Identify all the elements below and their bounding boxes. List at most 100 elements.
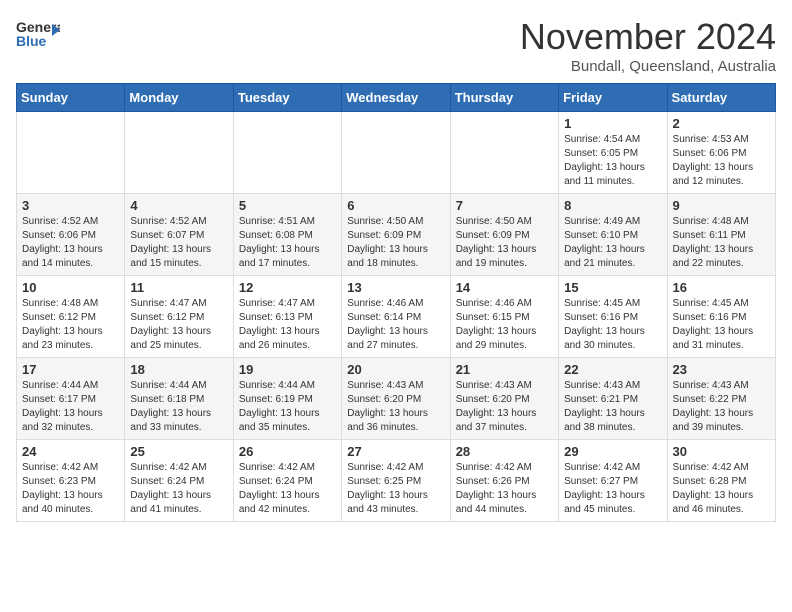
day-number: 21 — [456, 362, 553, 377]
day-detail: Sunrise: 4:42 AMSunset: 6:24 PMDaylight:… — [239, 461, 336, 517]
table-row — [17, 112, 125, 194]
day-number: 6 — [347, 198, 444, 213]
calendar-table: Sunday Monday Tuesday Wednesday Thursday… — [16, 83, 776, 522]
day-number: 12 — [239, 280, 336, 295]
calendar-row: 17 Sunrise: 4:44 AMSunset: 6:17 PMDaylig… — [17, 358, 776, 440]
day-detail: Sunrise: 4:42 AMSunset: 6:24 PMDaylight:… — [130, 461, 227, 517]
day-detail: Sunrise: 4:49 AMSunset: 6:10 PMDaylight:… — [564, 215, 661, 271]
day-number: 26 — [239, 444, 336, 459]
header-friday: Friday — [559, 84, 667, 112]
day-detail: Sunrise: 4:50 AMSunset: 6:09 PMDaylight:… — [347, 215, 444, 271]
table-row: 6 Sunrise: 4:50 AMSunset: 6:09 PMDayligh… — [342, 194, 450, 276]
day-number: 1 — [564, 116, 661, 131]
table-row: 12 Sunrise: 4:47 AMSunset: 6:13 PMDaylig… — [233, 276, 341, 358]
header-saturday: Saturday — [667, 84, 775, 112]
day-number: 16 — [673, 280, 770, 295]
table-row: 4 Sunrise: 4:52 AMSunset: 6:07 PMDayligh… — [125, 194, 233, 276]
day-number: 28 — [456, 444, 553, 459]
table-row — [342, 112, 450, 194]
table-row — [450, 112, 558, 194]
table-row — [233, 112, 341, 194]
table-row: 27 Sunrise: 4:42 AMSunset: 6:25 PMDaylig… — [342, 440, 450, 522]
calendar-header-row: Sunday Monday Tuesday Wednesday Thursday… — [17, 84, 776, 112]
day-number: 27 — [347, 444, 444, 459]
day-detail: Sunrise: 4:45 AMSunset: 6:16 PMDaylight:… — [564, 297, 661, 353]
day-detail: Sunrise: 4:51 AMSunset: 6:08 PMDaylight:… — [239, 215, 336, 271]
header-monday: Monday — [125, 84, 233, 112]
header-sunday: Sunday — [17, 84, 125, 112]
table-row — [125, 112, 233, 194]
day-detail: Sunrise: 4:48 AMSunset: 6:12 PMDaylight:… — [22, 297, 119, 353]
day-detail: Sunrise: 4:43 AMSunset: 6:21 PMDaylight:… — [564, 379, 661, 435]
day-detail: Sunrise: 4:43 AMSunset: 6:20 PMDaylight:… — [347, 379, 444, 435]
day-number: 19 — [239, 362, 336, 377]
day-number: 15 — [564, 280, 661, 295]
location: Bundall, Queensland, Australia — [520, 58, 776, 75]
logo-icon: General Blue — [16, 16, 60, 52]
day-number: 3 — [22, 198, 119, 213]
table-row: 29 Sunrise: 4:42 AMSunset: 6:27 PMDaylig… — [559, 440, 667, 522]
day-number: 25 — [130, 444, 227, 459]
table-row: 21 Sunrise: 4:43 AMSunset: 6:20 PMDaylig… — [450, 358, 558, 440]
table-row: 30 Sunrise: 4:42 AMSunset: 6:28 PMDaylig… — [667, 440, 775, 522]
day-detail: Sunrise: 4:48 AMSunset: 6:11 PMDaylight:… — [673, 215, 770, 271]
month-title: November 2024 — [520, 16, 776, 58]
table-row: 22 Sunrise: 4:43 AMSunset: 6:21 PMDaylig… — [559, 358, 667, 440]
calendar-row: 24 Sunrise: 4:42 AMSunset: 6:23 PMDaylig… — [17, 440, 776, 522]
day-number: 17 — [22, 362, 119, 377]
table-row: 28 Sunrise: 4:42 AMSunset: 6:26 PMDaylig… — [450, 440, 558, 522]
table-row: 7 Sunrise: 4:50 AMSunset: 6:09 PMDayligh… — [450, 194, 558, 276]
day-number: 29 — [564, 444, 661, 459]
day-number: 8 — [564, 198, 661, 213]
day-number: 10 — [22, 280, 119, 295]
day-number: 7 — [456, 198, 553, 213]
table-row: 24 Sunrise: 4:42 AMSunset: 6:23 PMDaylig… — [17, 440, 125, 522]
day-number: 14 — [456, 280, 553, 295]
day-number: 18 — [130, 362, 227, 377]
logo: General Blue — [16, 16, 60, 52]
day-detail: Sunrise: 4:42 AMSunset: 6:28 PMDaylight:… — [673, 461, 770, 517]
svg-text:Blue: Blue — [16, 33, 47, 49]
day-detail: Sunrise: 4:46 AMSunset: 6:15 PMDaylight:… — [456, 297, 553, 353]
day-detail: Sunrise: 4:47 AMSunset: 6:13 PMDaylight:… — [239, 297, 336, 353]
table-row: 8 Sunrise: 4:49 AMSunset: 6:10 PMDayligh… — [559, 194, 667, 276]
day-number: 11 — [130, 280, 227, 295]
table-row: 9 Sunrise: 4:48 AMSunset: 6:11 PMDayligh… — [667, 194, 775, 276]
table-row: 19 Sunrise: 4:44 AMSunset: 6:19 PMDaylig… — [233, 358, 341, 440]
table-row: 2 Sunrise: 4:53 AMSunset: 6:06 PMDayligh… — [667, 112, 775, 194]
day-detail: Sunrise: 4:42 AMSunset: 6:26 PMDaylight:… — [456, 461, 553, 517]
calendar-row: 10 Sunrise: 4:48 AMSunset: 6:12 PMDaylig… — [17, 276, 776, 358]
day-detail: Sunrise: 4:43 AMSunset: 6:22 PMDaylight:… — [673, 379, 770, 435]
day-number: 5 — [239, 198, 336, 213]
day-number: 24 — [22, 444, 119, 459]
table-row: 3 Sunrise: 4:52 AMSunset: 6:06 PMDayligh… — [17, 194, 125, 276]
table-row: 23 Sunrise: 4:43 AMSunset: 6:22 PMDaylig… — [667, 358, 775, 440]
day-detail: Sunrise: 4:52 AMSunset: 6:07 PMDaylight:… — [130, 215, 227, 271]
day-detail: Sunrise: 4:42 AMSunset: 6:25 PMDaylight:… — [347, 461, 444, 517]
table-row: 13 Sunrise: 4:46 AMSunset: 6:14 PMDaylig… — [342, 276, 450, 358]
day-detail: Sunrise: 4:50 AMSunset: 6:09 PMDaylight:… — [456, 215, 553, 271]
table-row: 1 Sunrise: 4:54 AMSunset: 6:05 PMDayligh… — [559, 112, 667, 194]
day-detail: Sunrise: 4:44 AMSunset: 6:19 PMDaylight:… — [239, 379, 336, 435]
table-row: 11 Sunrise: 4:47 AMSunset: 6:12 PMDaylig… — [125, 276, 233, 358]
table-row: 15 Sunrise: 4:45 AMSunset: 6:16 PMDaylig… — [559, 276, 667, 358]
title-area: November 2024 Bundall, Queensland, Austr… — [520, 16, 776, 75]
day-detail: Sunrise: 4:53 AMSunset: 6:06 PMDaylight:… — [673, 133, 770, 189]
day-detail: Sunrise: 4:52 AMSunset: 6:06 PMDaylight:… — [22, 215, 119, 271]
page-header: General Blue November 2024 Bundall, Quee… — [16, 16, 776, 75]
day-number: 2 — [673, 116, 770, 131]
day-number: 9 — [673, 198, 770, 213]
day-detail: Sunrise: 4:42 AMSunset: 6:23 PMDaylight:… — [22, 461, 119, 517]
day-number: 23 — [673, 362, 770, 377]
table-row: 18 Sunrise: 4:44 AMSunset: 6:18 PMDaylig… — [125, 358, 233, 440]
table-row: 14 Sunrise: 4:46 AMSunset: 6:15 PMDaylig… — [450, 276, 558, 358]
table-row: 25 Sunrise: 4:42 AMSunset: 6:24 PMDaylig… — [125, 440, 233, 522]
calendar-row: 1 Sunrise: 4:54 AMSunset: 6:05 PMDayligh… — [17, 112, 776, 194]
table-row: 10 Sunrise: 4:48 AMSunset: 6:12 PMDaylig… — [17, 276, 125, 358]
header-tuesday: Tuesday — [233, 84, 341, 112]
header-thursday: Thursday — [450, 84, 558, 112]
day-detail: Sunrise: 4:42 AMSunset: 6:27 PMDaylight:… — [564, 461, 661, 517]
day-detail: Sunrise: 4:45 AMSunset: 6:16 PMDaylight:… — [673, 297, 770, 353]
day-number: 13 — [347, 280, 444, 295]
day-detail: Sunrise: 4:44 AMSunset: 6:18 PMDaylight:… — [130, 379, 227, 435]
